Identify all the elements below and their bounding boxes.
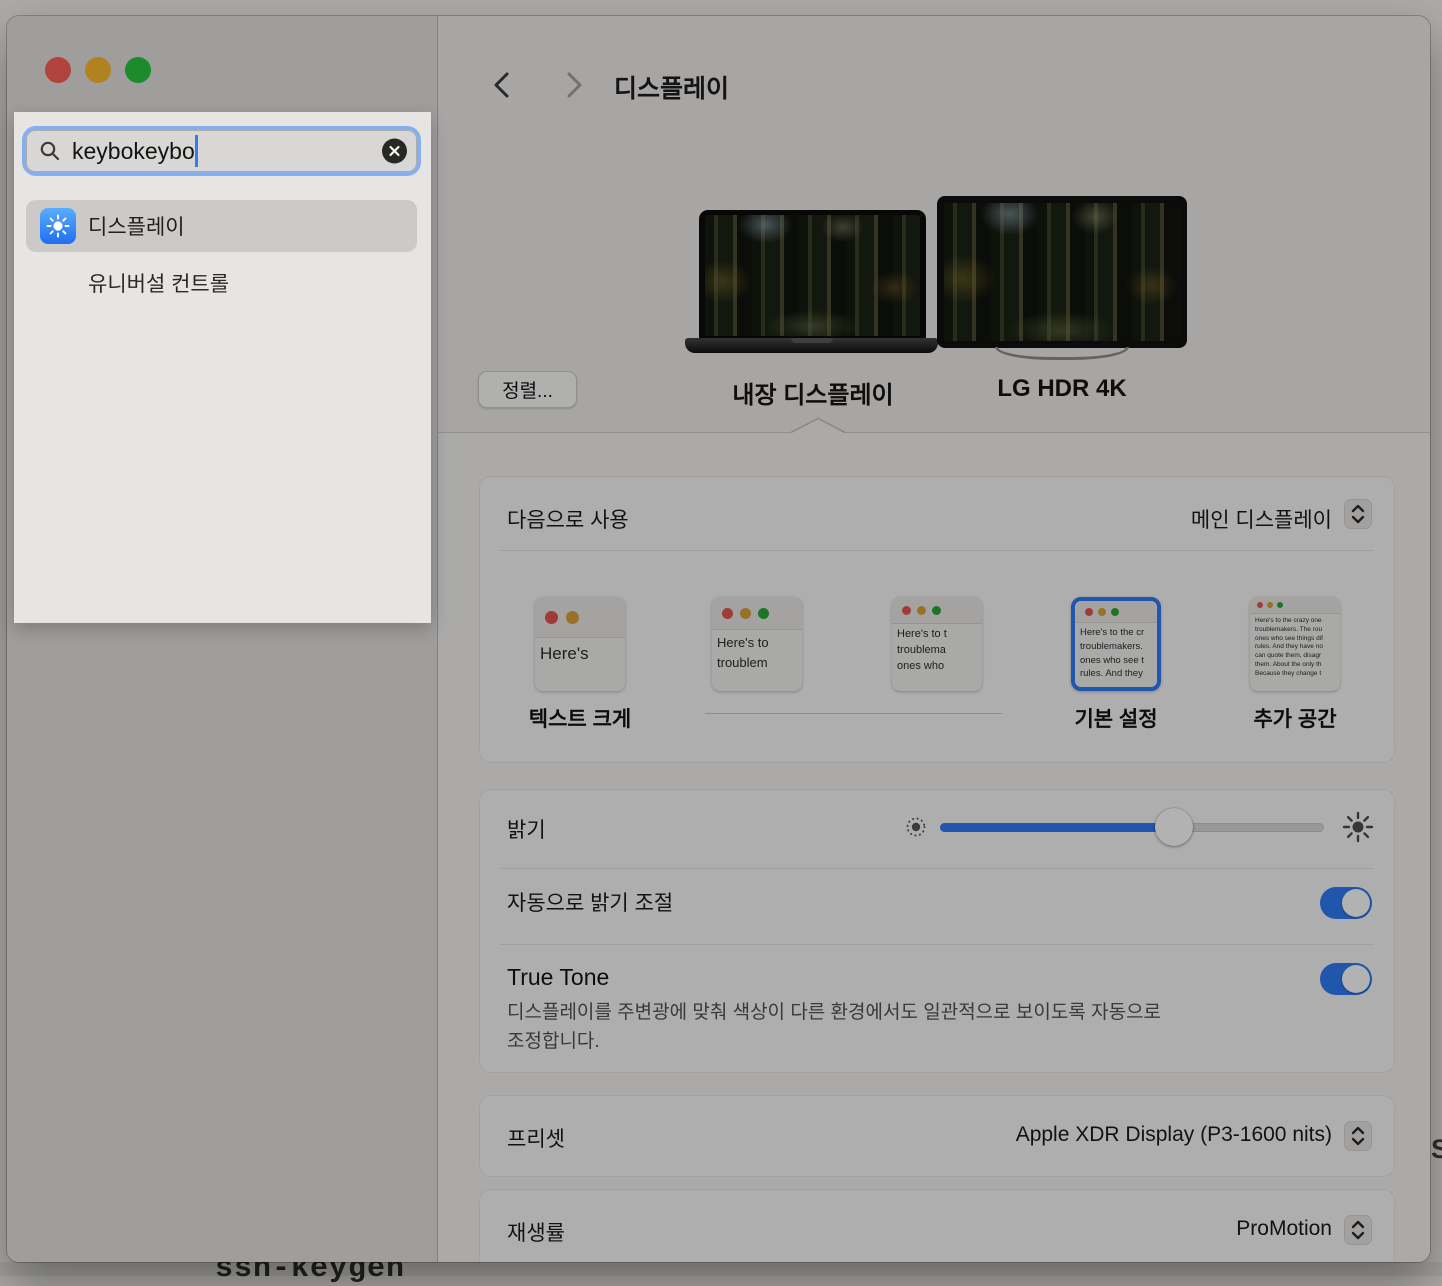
wallpaper-forest [705,215,920,336]
clear-search-button[interactable] [382,139,407,164]
display-settings-icon [40,208,76,244]
minimize-window-button[interactable] [85,57,111,83]
toggle-knob [1342,889,1370,917]
mini-traffic-red [1085,608,1093,616]
use-as-card: 다음으로 사용 메인 디스플레이 Here's Here's to troubl… [480,477,1394,762]
arrange-button[interactable]: 정렬... [478,371,577,408]
search-field-focus-ring: keybokeybo [22,126,421,176]
search-result-universal-control[interactable]: 유니버설 컨트롤 [88,268,229,298]
scaling-option-larger-text[interactable]: Here's [535,597,625,691]
search-result-displays[interactable]: 디스플레이 [26,200,417,252]
brightness-card: 밝기 자동으로 밝기 조절 True Tone 디스플레이를 주변광에 맞 [480,790,1394,1072]
forward-button[interactable] [563,71,585,99]
close-icon [388,145,401,158]
search-results-panel: keybokeybo 디스플레이 유니버설 컨트롤 [14,112,431,623]
toggle-knob [1342,965,1370,993]
separator [500,868,1374,869]
preset-label: 프리셋 [507,1123,565,1153]
true-tone-description: 디스플레이를 주변광에 맞춰 색상이 다른 환경에서도 일관적으로 보이도록 자… [507,998,1267,1057]
scaling-track-line [705,713,1002,714]
mini-traffic-yellow [1098,608,1106,616]
scaling-option-3[interactable]: Here's to t troublema ones who [892,597,982,691]
mini-traffic-red [902,606,911,615]
use-as-popup-button[interactable] [1344,499,1372,529]
wallpaper-forest [944,203,1180,341]
back-button[interactable] [491,71,513,99]
mini-traffic-green [932,606,941,615]
mini-window-text: Here's to the cr troublemakers. ones who… [1075,623,1157,684]
auto-brightness-label: 자동으로 밝기 조절 [507,887,673,917]
text-cursor [195,135,198,167]
refresh-rate-value: ProMotion [1236,1217,1332,1241]
use-as-value: 메인 디스플레이 [1191,504,1332,534]
brightness-slider-knob[interactable] [1155,808,1193,846]
mini-traffic-green [1111,608,1119,616]
brightness-label: 밝기 [507,814,546,844]
arrange-button-label: 정렬... [502,376,553,403]
brightness-sun-icon [45,213,71,239]
external-display-label: LG HDR 4K [912,375,1212,403]
laptop-base [685,338,938,353]
use-as-label: 다음으로 사용 [507,504,629,534]
mini-traffic-green [758,608,769,619]
external-display-thumbnail[interactable] [937,196,1187,348]
scaling-label-larger-text: 텍스트 크게 [480,703,680,733]
zoom-window-button[interactable] [125,57,151,83]
mini-traffic-red [545,611,558,624]
scaling-option-more-space[interactable]: Here's to the crazy one troublemakers. T… [1250,597,1340,691]
search-input[interactable]: keybokeybo [26,130,417,172]
search-icon [38,139,62,163]
updown-chevrons-icon [1349,1125,1367,1147]
search-result-label: 디스플레이 [88,211,185,241]
refresh-rate-popup-button[interactable] [1344,1215,1372,1245]
true-tone-toggle[interactable] [1320,963,1372,995]
background-right-letter: S [1431,1134,1442,1165]
mini-window-text: Here's to t troublema ones who [892,624,982,678]
refresh-rate-label: 재생률 [507,1217,565,1247]
true-tone-label: True Tone [507,964,609,991]
updown-chevrons-icon [1349,503,1367,525]
mini-traffic-red [722,608,733,619]
builtin-display-thumbnail[interactable] [699,210,926,340]
mini-traffic-yellow [917,606,926,615]
mini-traffic-red [1257,602,1263,608]
separator [500,550,1374,551]
mini-window-text: Here's to troublem [712,630,802,675]
brightness-slider[interactable] [940,823,1324,832]
search-input-value: keybokeybo [72,138,195,165]
updown-chevrons-icon [1349,1219,1367,1241]
brightness-low-icon [902,813,930,841]
mini-traffic-yellow [1267,602,1273,608]
brightness-high-icon [1342,811,1374,843]
auto-brightness-toggle[interactable] [1320,887,1372,919]
close-window-button[interactable] [45,57,71,83]
preset-popup-button[interactable] [1344,1121,1372,1151]
mini-window-text: Here's to the crazy one troublemakers. T… [1250,614,1340,681]
separator [500,944,1374,945]
laptop-notch [800,210,826,215]
scaling-label-default: 기본 설정 [1016,703,1216,733]
mini-traffic-yellow [566,611,579,624]
brightness-slider-fill [940,823,1174,832]
page-title: 디스플레이 [614,69,729,105]
preset-card: 프리셋 Apple XDR Display (P3-1600 nits) [480,1096,1394,1176]
mini-traffic-green [1277,602,1283,608]
refresh-rate-card: 재생률 ProMotion [480,1190,1394,1262]
mini-traffic-yellow [740,608,751,619]
mini-window-text: Here's [535,638,625,670]
scaling-option-default[interactable]: Here's to the cr troublemakers. ones who… [1071,597,1161,691]
scaling-option-2[interactable]: Here's to troublem [712,597,802,691]
scaling-label-more-space: 추가 공간 [1195,703,1395,733]
popover-notch [790,417,846,433]
preset-value: Apple XDR Display (P3-1600 nits) [1016,1123,1332,1147]
